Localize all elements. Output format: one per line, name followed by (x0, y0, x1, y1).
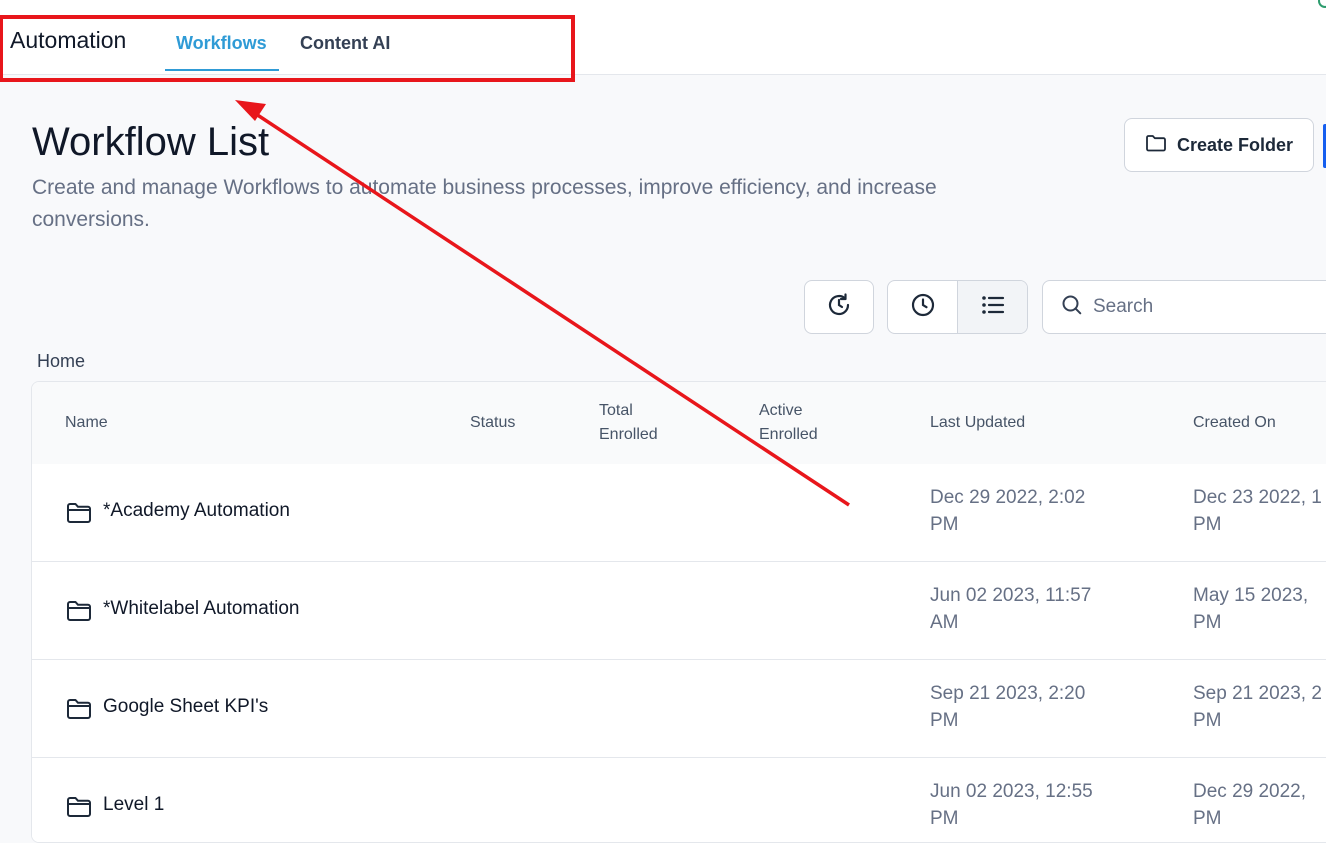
page-description: Create and manage Workflows to automate … (32, 176, 937, 231)
row-created-on: May 15 2023, PM (1193, 585, 1309, 633)
row-last-updated: Dec 29 2022, 2:02 PM (930, 487, 1086, 535)
top-bar: Automation Workflows Content AI (0, 0, 1326, 75)
table-row[interactable]: *Whitelabel Automation Jun 02 2023, 11:5… (32, 562, 1326, 660)
table-row[interactable]: Google Sheet KPI's Sep 21 2023, 2:20 PM … (32, 660, 1326, 758)
row-last-updated: Jun 02 2023, 11:57 AM (930, 585, 1092, 633)
corner-status-icon (1318, 0, 1326, 8)
list-icon (979, 291, 1007, 324)
row-created-on: Dec 23 2022, 1 PM (1193, 487, 1322, 535)
search-input[interactable] (1091, 295, 1315, 319)
row-created-on: Dec 29 2022, PM (1193, 781, 1307, 829)
history-button[interactable] (804, 280, 874, 334)
history-icon (825, 291, 853, 324)
clock-icon (909, 291, 937, 324)
folder-icon (1145, 133, 1167, 158)
table-row[interactable]: Level 1 Jun 02 2023, 12:55 PM Dec 29 202… (32, 758, 1326, 842)
folder-icon (66, 796, 92, 823)
app-title: Automation (10, 27, 127, 53)
row-name[interactable]: Google Sheet KPI's (103, 696, 268, 718)
column-header-status[interactable]: Status (470, 411, 515, 435)
create-folder-label: Create Folder (1176, 134, 1294, 155)
annotation-arrowhead (235, 100, 266, 121)
row-name[interactable]: *Academy Automation (103, 500, 290, 522)
folder-icon (66, 698, 92, 725)
column-header-last-updated[interactable]: Last Updated (930, 411, 1025, 435)
tab-content-ai[interactable]: Content AI (300, 33, 390, 54)
workflow-table: Name Status Total Enrolled Active Enroll… (31, 381, 1326, 843)
page-title: Workflow List (32, 120, 270, 164)
row-name[interactable]: Level 1 (103, 794, 164, 816)
table-row[interactable]: *Academy Automation Dec 29 2022, 2:02 PM… (32, 464, 1326, 562)
tab-workflows[interactable]: Workflows (176, 33, 267, 54)
view-toggle (887, 280, 1028, 334)
column-header-name[interactable]: Name (65, 411, 108, 435)
list-view-button[interactable] (957, 281, 1027, 333)
folder-icon (66, 502, 92, 529)
search-icon (1061, 294, 1083, 321)
active-tab-indicator (165, 69, 279, 71)
column-header-total-enrolled[interactable]: Total Enrolled (599, 399, 658, 447)
table-header: Name Status Total Enrolled Active Enroll… (32, 382, 1326, 465)
row-name[interactable]: *Whitelabel Automation (103, 598, 299, 620)
row-last-updated: Sep 21 2023, 2:20 PM (930, 683, 1086, 731)
folder-icon (66, 600, 92, 627)
row-last-updated: Jun 02 2023, 12:55 PM (930, 781, 1093, 829)
create-folder-button[interactable]: Create Folder (1124, 118, 1314, 172)
column-header-active-enrolled[interactable]: Active Enrolled (759, 399, 818, 447)
clock-view-button[interactable] (888, 281, 957, 333)
column-header-created-on[interactable]: Created On (1193, 411, 1276, 435)
breadcrumb-home[interactable]: Home (37, 351, 85, 372)
row-created-on: Sep 21 2023, 2 PM (1193, 683, 1322, 731)
search-field[interactable] (1042, 280, 1326, 334)
